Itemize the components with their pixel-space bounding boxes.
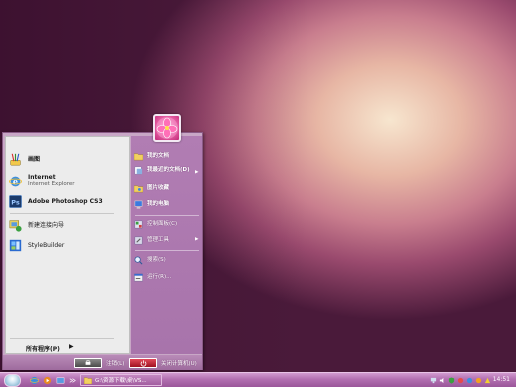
all-programs-arrow-icon: ▶	[69, 343, 74, 350]
quicklaunch-ie-icon[interactable]	[30, 376, 39, 385]
recent-item-title: StyleBuilder	[28, 242, 65, 249]
pinned-item-subtitle: Internet Explorer	[28, 181, 75, 187]
recent-documents-icon	[134, 166, 143, 175]
start-menu-left-pane: 画图 e Internet Internet Explorer Ps Adobe…	[5, 136, 130, 354]
shutdown-label: 关闭计算机(U)	[161, 361, 197, 367]
svg-text:Ps: Ps	[11, 198, 20, 206]
power-icon	[129, 358, 157, 368]
paint-icon	[9, 153, 22, 166]
right-item-recent-documents[interactable]: 我最近的文档(D)	[134, 166, 193, 175]
right-item-my-pictures[interactable]: 图片收藏	[134, 184, 169, 193]
quicklaunch-more-icon[interactable]	[68, 376, 77, 385]
photoshop-icon: Ps	[9, 195, 22, 208]
right-item-label: 图片收藏	[147, 185, 170, 192]
right-pane-separator	[135, 215, 199, 216]
all-programs-separator	[10, 338, 114, 339]
tray-network-icon[interactable]	[430, 377, 437, 384]
search-icon	[134, 256, 143, 265]
tray-alert-icon[interactable]	[484, 377, 491, 384]
chevron-right-icon: ▶	[195, 237, 199, 242]
start-menu-bottom-bar: 注销(L) 关闭计算机(U)	[3, 355, 202, 370]
quicklaunch-desktop-icon[interactable]	[56, 376, 65, 385]
pinned-item-paint[interactable]: 画图	[9, 153, 40, 166]
logoff-label: 注销(L)	[106, 361, 125, 367]
run-icon	[134, 273, 143, 282]
right-item-label: 运行(R)...	[147, 274, 172, 281]
pinned-item-title: Adobe Photoshop CS3	[28, 198, 103, 205]
tray-ie-icon[interactable]	[466, 377, 473, 384]
all-programs-button[interactable]: 所有程序(P)	[26, 344, 60, 353]
right-item-label: 管理工具	[147, 237, 170, 244]
right-item-admin-tools[interactable]: 管理工具	[134, 236, 169, 245]
start-menu-right-pane: 我的文档 我最近的文档(D) ▶ 图片收藏 我的电脑 控制面板(C) 管理工具 …	[131, 136, 202, 354]
right-item-label: 控制面板(C)	[147, 221, 178, 228]
taskbar: G:\资源下载\桌\VS... 14:51	[0, 372, 516, 387]
tray-volume-icon[interactable]	[439, 377, 446, 384]
folder-icon	[84, 377, 92, 384]
right-item-label: 我的电脑	[147, 201, 170, 208]
logoff-button[interactable]: 注销(L)	[74, 358, 124, 368]
quicklaunch-media-icon[interactable]	[43, 376, 52, 385]
pinned-item-title: 画图	[28, 156, 41, 163]
right-item-my-computer[interactable]: 我的电脑	[134, 200, 169, 209]
svg-text:e: e	[13, 176, 18, 186]
my-computer-icon	[134, 200, 143, 209]
right-item-my-documents[interactable]: 我的文档	[134, 152, 169, 161]
start-menu: 画图 e Internet Internet Explorer Ps Adobe…	[2, 132, 203, 370]
my-pictures-icon	[134, 184, 143, 193]
taskbar-window-label: G:\资源下载\桌\VS...	[95, 378, 147, 384]
pinned-item-internet[interactable]: e Internet Internet Explorer	[9, 174, 75, 188]
tray-security-icon[interactable]	[448, 376, 455, 384]
right-item-search[interactable]: 搜索(S)	[134, 256, 166, 265]
stylebuilder-icon	[9, 239, 22, 252]
right-item-run[interactable]: 运行(R)...	[134, 273, 171, 282]
right-item-label: 我的文档	[147, 153, 170, 160]
internet-explorer-icon: e	[9, 175, 22, 188]
logoff-key-icon	[74, 358, 102, 368]
taskbar-window-button[interactable]: G:\资源下载\桌\VS...	[80, 374, 162, 386]
start-button[interactable]	[4, 374, 21, 387]
recent-item-title: 新建连接向导	[28, 222, 65, 229]
right-pane-separator	[135, 250, 199, 251]
shutdown-button[interactable]: 关闭计算机(U)	[129, 358, 197, 368]
admin-tools-icon	[134, 236, 143, 245]
tray-app-icon[interactable]	[457, 377, 464, 384]
pinned-separator	[10, 213, 114, 214]
right-item-label: 搜索(S)	[147, 257, 166, 264]
chevron-right-icon: ▶	[195, 170, 199, 175]
recent-item-connection-wizard[interactable]: 新建连接向导	[9, 219, 64, 232]
right-item-label: 我最近的文档(D)	[147, 167, 190, 174]
pinned-item-photoshop[interactable]: Ps Adobe Photoshop CS3	[9, 195, 103, 208]
control-panel-icon	[134, 220, 143, 229]
my-documents-icon	[134, 152, 143, 161]
pinned-item-title: Internet	[28, 174, 56, 181]
recent-item-stylebuilder[interactable]: StyleBuilder	[9, 239, 64, 252]
taskbar-clock[interactable]: 14:51	[493, 376, 510, 383]
right-item-control-panel[interactable]: 控制面板(C)	[134, 220, 177, 229]
user-picture[interactable]	[153, 114, 181, 142]
connection-wizard-icon	[9, 219, 22, 232]
tray-update-icon[interactable]	[475, 377, 482, 384]
